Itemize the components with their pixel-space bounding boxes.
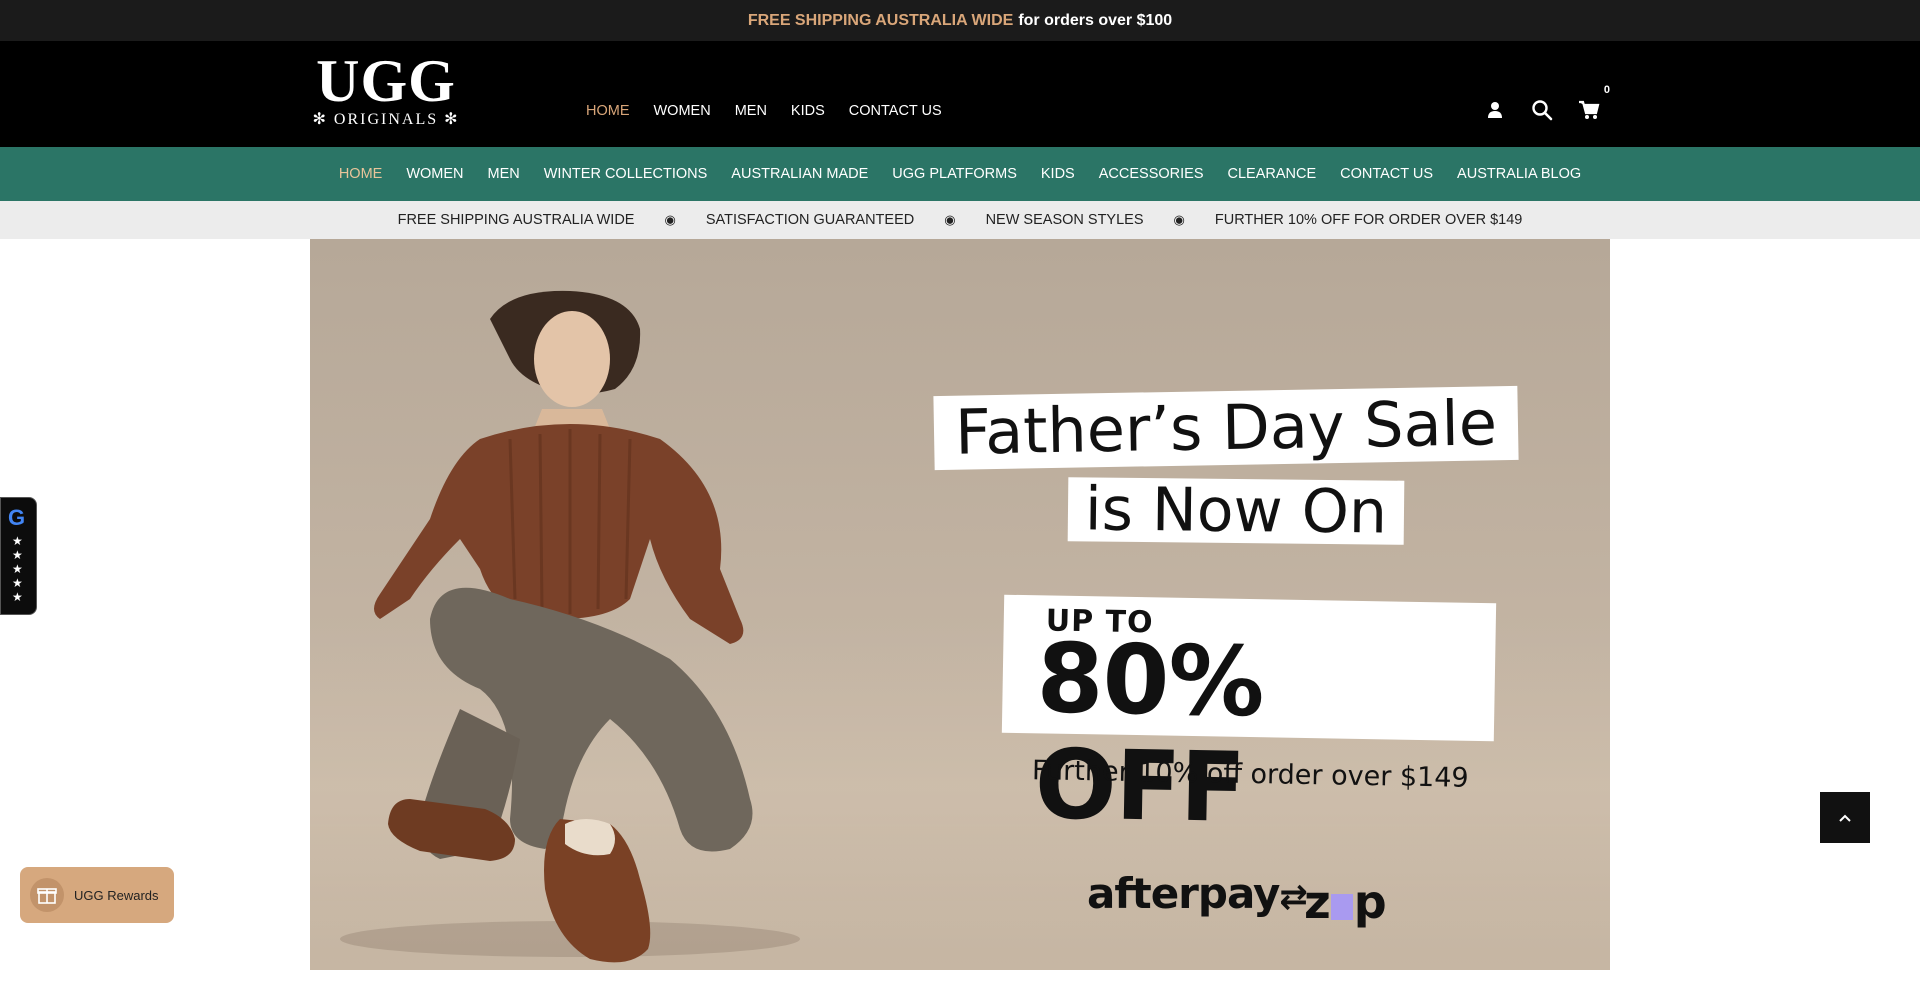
benefits-strip: FREE SHIPPING AUSTRALIA WIDE ◉ SATISFACT… [0, 201, 1920, 239]
logo-subtitle: ✻ ORIGINALS ✻ [312, 111, 460, 128]
rewards-launcher[interactable]: UGG Rewards [20, 867, 174, 923]
category-nav-contact-us[interactable]: CONTACT US [1340, 166, 1433, 182]
cart-icon[interactable]: 0 [1578, 84, 1610, 121]
main-nav-men[interactable]: MEN [735, 102, 767, 120]
hero-banner[interactable]: Father’s Day Sale is Now On UP TO 80% OF… [310, 239, 1610, 970]
back-to-top-button[interactable] [1820, 792, 1870, 843]
separator-icon: ◉ [944, 212, 956, 227]
user-icon[interactable] [1484, 99, 1506, 121]
category-nav-australian-made[interactable]: AUSTRALIAN MADE [731, 166, 868, 182]
benefit-item: NEW SEASON STYLES [985, 212, 1144, 228]
rewards-label: UGG Rewards [74, 887, 159, 903]
hero-discount-card: UP TO 80% OFF [1001, 594, 1497, 844]
benefit-item: FURTHER 10% OFF FOR ORDER OVER $149 [1214, 212, 1523, 228]
category-nav-kids[interactable]: KIDS [1041, 166, 1075, 182]
category-nav-australia-blog[interactable]: AUSTRALIA BLOG [1457, 166, 1581, 182]
main-nav: HOME WOMEN MEN KIDS CONTACT US [586, 102, 966, 120]
category-nav-winter-collections[interactable]: WINTER COLLECTIONS [544, 166, 708, 182]
benefit-item: FREE SHIPPING AUSTRALIA WIDE [397, 212, 635, 228]
main-nav-home[interactable]: HOME [586, 102, 630, 120]
google-reviews-tab[interactable]: G ★ ★ ★ ★ ★ [0, 497, 37, 615]
main-nav-women[interactable]: WOMEN [654, 102, 711, 120]
hero-headline-line1: Father’s Day Sale [933, 385, 1519, 471]
model-illustration [340, 290, 800, 963]
hero-percent-off: 80% OFF [1033, 622, 1265, 844]
category-nav-women[interactable]: WOMEN [406, 166, 463, 182]
category-nav-men[interactable]: MEN [488, 166, 520, 182]
category-nav: HOME WOMEN MEN WINTER COLLECTIONS AUSTRA… [0, 147, 1920, 201]
announcement-highlight: FREE SHIPPING AUSTRALIA WIDE [747, 11, 1014, 29]
zip-logo: zp [1304, 875, 1387, 929]
separator-icon: ◉ [1173, 212, 1185, 227]
header-icons: 0 [1484, 84, 1625, 121]
site-header: UGG ✻ ORIGINALS ✻ HOME WOMEN MEN KIDS CO… [0, 41, 1920, 147]
hero-headline-line2: is Now On [1067, 474, 1405, 548]
main-nav-kids[interactable]: KIDS [791, 102, 825, 120]
main-nav-contact[interactable]: CONTACT US [849, 102, 942, 120]
announcement-bar: FREE SHIPPING AUSTRALIA WIDE for orders … [0, 0, 1920, 41]
ugg-originals-logo[interactable]: UGG ✻ ORIGINALS ✻ [311, 48, 461, 131]
rating-stars-icon: ★ ★ ★ ★ ★ [12, 534, 23, 604]
announcement-text: for orders over $100 [1018, 11, 1173, 29]
search-icon[interactable] [1531, 99, 1553, 121]
google-icon: G [8, 505, 26, 530]
category-nav-ugg-platforms[interactable]: UGG PLATFORMS [892, 166, 1017, 182]
category-nav-accessories[interactable]: ACCESSORIES [1099, 166, 1204, 182]
category-nav-clearance[interactable]: CLEARANCE [1227, 166, 1316, 182]
cart-count-badge: 0 [1603, 84, 1610, 96]
afterpay-logo: afterpay⇄ [1087, 869, 1308, 918]
benefit-item: SATISFACTION GUARANTEED [705, 212, 915, 228]
gift-box-icon [30, 878, 64, 912]
chevron-up-icon [1839, 814, 1851, 822]
category-nav-home[interactable]: HOME [339, 166, 383, 182]
separator-icon: ◉ [664, 212, 676, 227]
logo-wordmark: UGG [316, 48, 456, 114]
